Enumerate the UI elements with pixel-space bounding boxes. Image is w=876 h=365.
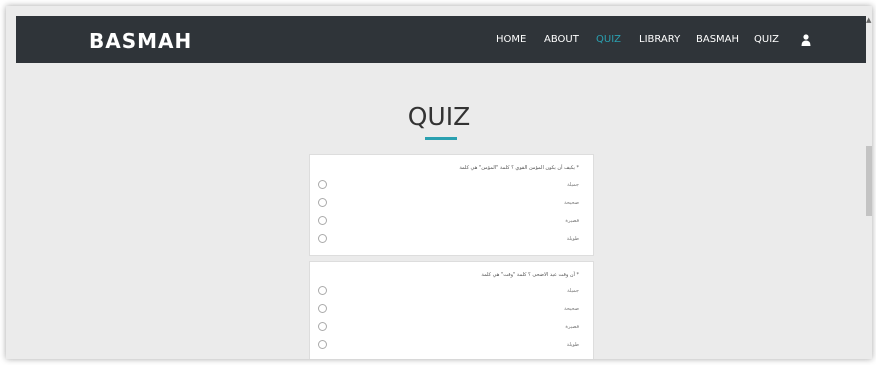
nav-about[interactable]: ABOUT	[544, 34, 579, 45]
scrollbar-thumb[interactable]	[866, 146, 872, 216]
radio-option[interactable]	[318, 180, 327, 189]
scrollbar[interactable]: ▲	[866, 16, 872, 359]
nav-quiz-active[interactable]: QUIZ	[596, 34, 621, 45]
question-card-1: * يكيف أن يكون المؤمن القوي ؟ كلمة "المؤ…	[309, 154, 594, 256]
option-label: طويلة	[566, 236, 579, 242]
option-label: قصيرة	[565, 218, 579, 224]
user-icon[interactable]	[801, 34, 811, 46]
option-label: طويلة	[566, 342, 579, 348]
option-label: جميلة	[567, 288, 579, 294]
option-label: جميلة	[567, 182, 579, 188]
radio-option[interactable]	[318, 198, 327, 207]
radio-option[interactable]	[318, 340, 327, 349]
nav-basmah[interactable]: BASMAH	[696, 34, 739, 45]
option-label: صحيحة	[564, 200, 579, 206]
question-text: * أن وقت عيد الاضحى ؟ كلمة "وقت" هي كلمة	[481, 272, 579, 278]
nav-quiz[interactable]: QUIZ	[754, 34, 779, 45]
navbar: BASMAH HOME ABOUT QUIZ LIBRARY BASMAH QU…	[16, 16, 866, 63]
radio-option[interactable]	[318, 216, 327, 225]
title-underline	[425, 137, 457, 140]
nav-home[interactable]: HOME	[496, 34, 526, 45]
nav-library[interactable]: LIBRARY	[639, 34, 680, 45]
browser-frame: BASMAH HOME ABOUT QUIZ LIBRARY BASMAH QU…	[6, 6, 872, 359]
scroll-up-arrow-icon[interactable]: ▲	[866, 16, 871, 24]
radio-option[interactable]	[318, 304, 327, 313]
option-label: صحيحة	[564, 306, 579, 312]
brand-logo[interactable]: BASMAH	[89, 29, 192, 53]
page-title: QUIZ	[407, 102, 471, 131]
question-text: * يكيف أن يكون المؤمن القوي ؟ كلمة "المؤ…	[459, 165, 579, 171]
radio-option[interactable]	[318, 322, 327, 331]
option-label: قصيرة	[565, 324, 579, 330]
radio-option[interactable]	[318, 286, 327, 295]
radio-option[interactable]	[318, 234, 327, 243]
question-card-2: * أن وقت عيد الاضحى ؟ كلمة "وقت" هي كلمة…	[309, 261, 594, 359]
